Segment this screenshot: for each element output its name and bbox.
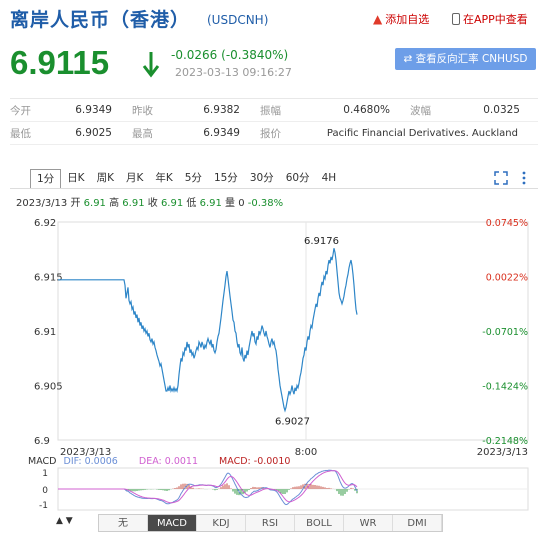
ohlc-close-label: 收 — [147, 198, 158, 209]
indicator-boll[interactable]: BOLL — [295, 515, 344, 531]
stat-label: 最低 — [10, 127, 31, 140]
stat-label: 昨收 — [132, 104, 153, 117]
stat-value: Pacific Financial Derivatives. Auckland — [326, 127, 518, 139]
macd-tick-label: 1 — [42, 469, 48, 479]
tab-15min[interactable]: 15分 — [208, 169, 244, 189]
plot-frame — [57, 221, 529, 441]
swap-icon: ⇄ — [403, 53, 416, 65]
tab-1min[interactable]: 1分 — [30, 169, 62, 189]
arrow-up-icon[interactable]: ▲ — [56, 516, 63, 526]
stat-label: 报价 — [260, 127, 281, 140]
price-chart[interactable]: 6.92 6.915 6.91 6.905 6.9 0.0745% 0.0022% -0.07… — [0, 210, 550, 460]
page-title: 离岸人民币（香港） — [10, 9, 191, 31]
pct-tick-label: 0.0745% — [486, 218, 528, 229]
price-line — [58, 248, 358, 413]
tab-4h[interactable]: 4H — [316, 169, 343, 189]
reverse-rate-button[interactable]: ⇄ 查看反向汇率 CNHUSD — [395, 48, 536, 70]
stats-row: 今开 6.9349 昨收 6.9382 振幅 0.4680% 波幅 0.0325 — [10, 99, 538, 122]
y-tick-label: 6.92 — [34, 218, 56, 229]
tab-yearly[interactable]: 年K — [149, 169, 178, 189]
tab-divider — [10, 188, 538, 189]
phone-icon — [452, 13, 460, 25]
stat-value: 6.9349 — [75, 104, 112, 116]
tab-30min[interactable]: 30分 — [244, 169, 280, 189]
indicator-macd[interactable]: MACD — [148, 515, 197, 531]
symbol-code: (USDCNH) — [207, 13, 269, 27]
ohlc-date: 2023/3/13 — [16, 198, 68, 209]
x-tick-label: 2023/3/13 — [477, 447, 528, 458]
indicator-none[interactable]: 无 — [99, 515, 148, 531]
more-icon[interactable] — [518, 171, 530, 185]
reverse-rate-label: 查看反向汇率 CNHUSD — [415, 53, 528, 65]
tab-monthly[interactable]: 月K — [120, 169, 149, 189]
macd-tick-label: 0 — [42, 486, 48, 496]
ohlc-readout: 2023/3/13 开 6.91 高 6.91 收 6.91 低 6.91 量 … — [16, 194, 283, 209]
stats-table: 今开 6.9349 昨收 6.9382 振幅 0.4680% 波幅 0.0325… — [10, 98, 538, 145]
down-arrow-icon — [142, 52, 160, 78]
indicator-dmi[interactable]: DMI — [393, 515, 442, 531]
open-app-label: 在APP中查看 — [463, 13, 528, 26]
indicator-tabs: 无 MACD KDJ RSI BOLL WR DMI — [98, 514, 443, 532]
macd-dif-line — [58, 469, 358, 506]
pct-tick-label: -0.1424% — [482, 382, 528, 393]
stat-value: 0.4680% — [343, 104, 390, 116]
quote-timestamp: 2023-03-13 09:16:27 — [175, 66, 292, 79]
scroll-arrows[interactable]: ▲ ▼ — [56, 516, 73, 526]
stats-row: 最低 6.9025 最高 6.9349 报价 Pacific Financial… — [10, 122, 538, 145]
current-price: 6.9115 — [10, 44, 110, 81]
fire-icon: ▲ — [373, 12, 383, 26]
add-watch-label: 添加自选 — [385, 13, 430, 26]
x-tick-label: 8:00 — [295, 447, 317, 458]
stat-value: 6.9382 — [203, 104, 240, 116]
indicator-rsi[interactable]: RSI — [246, 515, 295, 531]
macd-dea-line — [58, 470, 358, 504]
period-tabs: 1分 日K 周K 月K 年K 5分 15分 30分 60分 4H — [30, 169, 342, 189]
pct-tick-label: -0.0701% — [482, 327, 528, 338]
arrow-down-icon[interactable]: ▼ — [66, 516, 73, 526]
pct-tick-label: -0.2148% — [482, 436, 528, 447]
pct-tick-label: 0.0022% — [486, 273, 528, 284]
stat-label: 波幅 — [410, 104, 431, 117]
tab-daily[interactable]: 日K — [61, 169, 90, 189]
open-app-button[interactable]: 在APP中查看 — [452, 11, 528, 27]
ohlc-open-label: 开 — [70, 198, 81, 209]
stat-label: 今开 — [10, 104, 31, 117]
stat-value: 0.0325 — [483, 104, 520, 116]
tab-5min[interactable]: 5分 — [179, 169, 208, 189]
stat-value: 6.9025 — [75, 127, 112, 139]
indicator-kdj[interactable]: KDJ — [197, 515, 246, 531]
stat-label: 最高 — [132, 127, 153, 140]
min-annotation: 6.9027 — [275, 417, 310, 428]
y-tick-label: 6.9 — [34, 436, 50, 447]
stat-label: 振幅 — [260, 104, 281, 117]
macd-tick-label: -1 — [39, 501, 48, 511]
ohlc-open: 6.91 — [83, 198, 106, 209]
ohlc-close: 6.91 — [160, 198, 184, 209]
macd-chart: 1 0 -1 — [39, 467, 529, 511]
ohlc-change: -0.38% — [247, 198, 284, 209]
ohlc-vol-label: 量 — [225, 198, 236, 209]
ohlc-vol: 0 — [238, 198, 245, 209]
price-change: -0.0266 (-0.3840%) — [171, 48, 289, 62]
fullscreen-icon[interactable] — [494, 171, 508, 185]
tab-60min[interactable]: 60分 — [280, 169, 316, 189]
max-annotation: 6.9176 — [304, 236, 339, 247]
y-tick-label: 6.905 — [34, 382, 63, 393]
add-watch-button[interactable]: ▲ 添加自选 — [373, 11, 429, 27]
tab-weekly[interactable]: 周K — [91, 169, 120, 189]
ohlc-low-label: 低 — [186, 198, 197, 209]
stat-value: 6.9349 — [203, 127, 240, 139]
ohlc-low: 6.91 — [199, 198, 222, 209]
y-tick-label: 6.91 — [34, 327, 56, 338]
ohlc-high: 6.91 — [122, 198, 145, 209]
y-tick-label: 6.915 — [34, 273, 63, 284]
ohlc-high-label: 高 — [109, 198, 120, 209]
indicator-wr[interactable]: WR — [344, 515, 393, 531]
